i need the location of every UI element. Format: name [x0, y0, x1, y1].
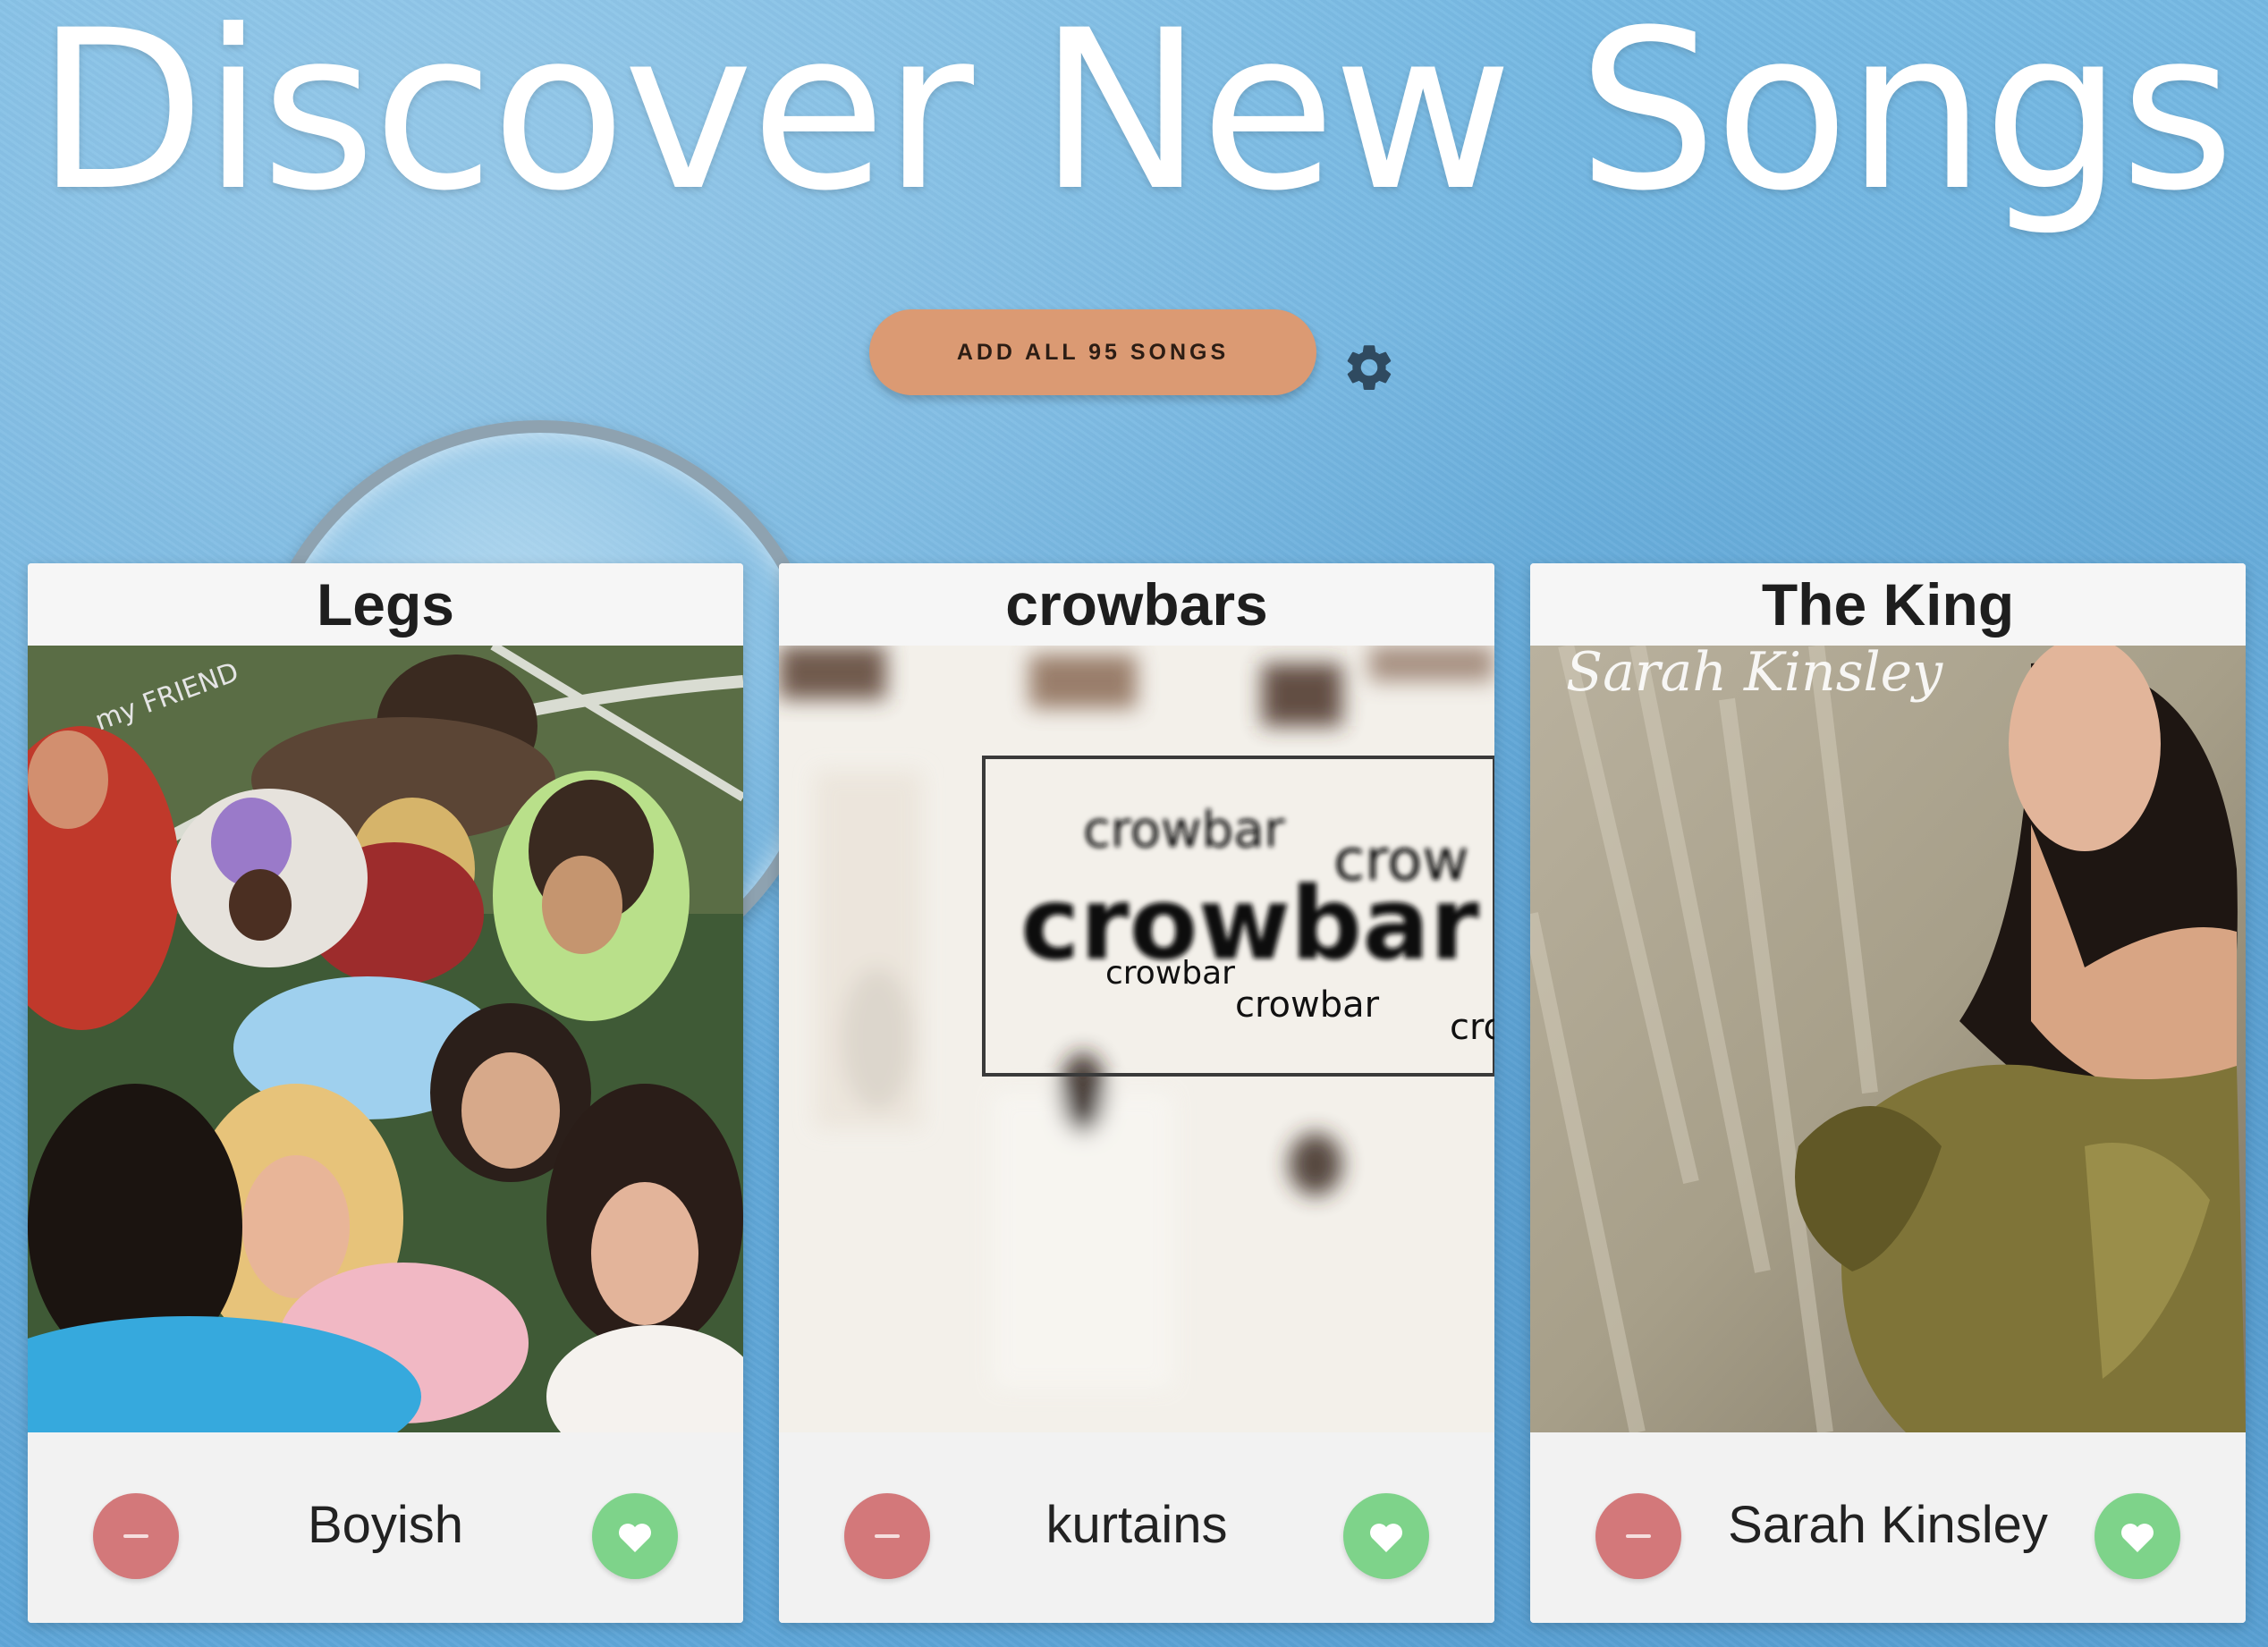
song-card: crowbars crowbar crow crowbar crowbar cr…	[779, 563, 1494, 1623]
song-card: The King Sarah Kinsley Sarah Kinsley	[1530, 563, 2246, 1623]
like-button[interactable]	[2095, 1493, 2180, 1579]
cover-text: crowbar	[1083, 801, 1286, 859]
card-footer: kurtains	[779, 1432, 1494, 1623]
song-title: The King	[1530, 563, 2246, 646]
cover-text: Sarah Kinsley	[1566, 646, 1943, 704]
heart-icon	[2121, 1524, 2154, 1552]
album-cover: Sarah Kinsley	[1530, 646, 2246, 1432]
album-cover: crowbar crow crowbar crowbar crowbar cro	[779, 646, 1494, 1432]
card-footer: Boyish	[28, 1432, 743, 1623]
cover-text: crowbar	[1105, 955, 1235, 992]
like-button[interactable]	[592, 1493, 678, 1579]
add-all-songs-button[interactable]: ADD ALL 95 SONGS	[869, 309, 1316, 395]
album-cover: my FRIEND	[28, 646, 743, 1432]
cover-text: crowbar	[1020, 866, 1479, 983]
page-title: Discover New Songs	[36, 0, 2235, 240]
like-button[interactable]	[1343, 1493, 1429, 1579]
gear-icon	[1347, 345, 1392, 391]
card-footer: Sarah Kinsley	[1530, 1432, 2246, 1623]
settings-button[interactable]	[1341, 340, 1397, 395]
heart-icon	[1370, 1524, 1402, 1552]
heart-icon	[619, 1524, 651, 1552]
song-title: Legs	[28, 563, 743, 646]
cover-text: cro	[1450, 1007, 1494, 1048]
song-title: crowbars	[779, 563, 1494, 646]
song-card: Legs my FRIEND Boyish	[28, 563, 743, 1623]
cover-text: crowbar	[1235, 984, 1380, 1026]
